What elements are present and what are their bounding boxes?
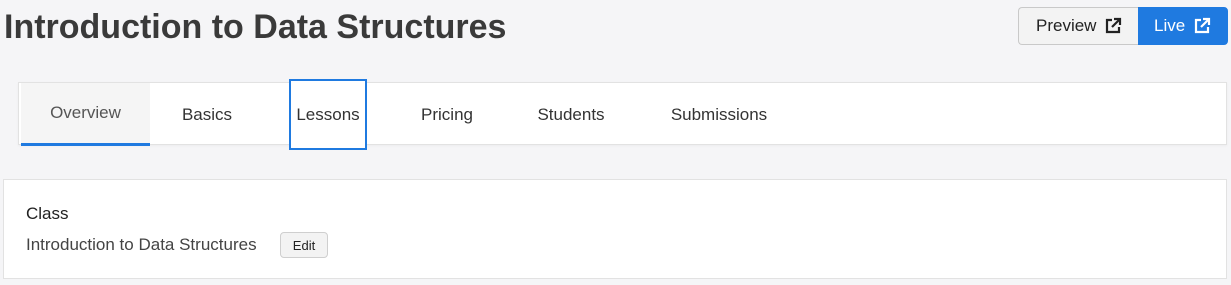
view-button-group: Preview Live bbox=[1018, 7, 1228, 47]
tab-label: Basics bbox=[181, 104, 233, 124]
live-button[interactable]: Live bbox=[1138, 7, 1228, 45]
page-title: Introduction to Data Structures bbox=[4, 8, 507, 46]
class-name: Introduction to Data Structures bbox=[26, 235, 257, 254]
class-card: Class Introduction to Data Structures Ed… bbox=[3, 179, 1227, 279]
tab-label: Lessons bbox=[296, 104, 360, 124]
edit-class-button[interactable]: Edit bbox=[280, 232, 328, 258]
live-label: Live bbox=[1154, 16, 1186, 35]
tab-submissions[interactable]: Submissions bbox=[657, 83, 781, 146]
tab-label: Pricing bbox=[421, 104, 473, 124]
tab-basics[interactable]: Basics bbox=[161, 83, 253, 146]
external-link-icon bbox=[1104, 17, 1122, 35]
preview-label: Preview bbox=[1036, 16, 1097, 35]
preview-button[interactable]: Preview bbox=[1018, 7, 1138, 45]
tab-lessons[interactable]: Lessons bbox=[289, 79, 367, 150]
tabs-bar: Overview Basics Lessons Pricing Students… bbox=[18, 79, 1227, 150]
tab-label: Overview bbox=[50, 103, 121, 122]
tab-label: Submissions bbox=[670, 104, 768, 124]
external-link-icon bbox=[1193, 17, 1211, 35]
page-header: Introduction to Data Structures Preview … bbox=[0, 0, 1231, 60]
tab-pricing[interactable]: Pricing bbox=[409, 83, 485, 146]
tab-label: Students bbox=[537, 104, 605, 124]
class-label: Class bbox=[26, 204, 69, 223]
tab-overview[interactable]: Overview bbox=[21, 83, 150, 146]
tab-students[interactable]: Students bbox=[523, 83, 619, 146]
